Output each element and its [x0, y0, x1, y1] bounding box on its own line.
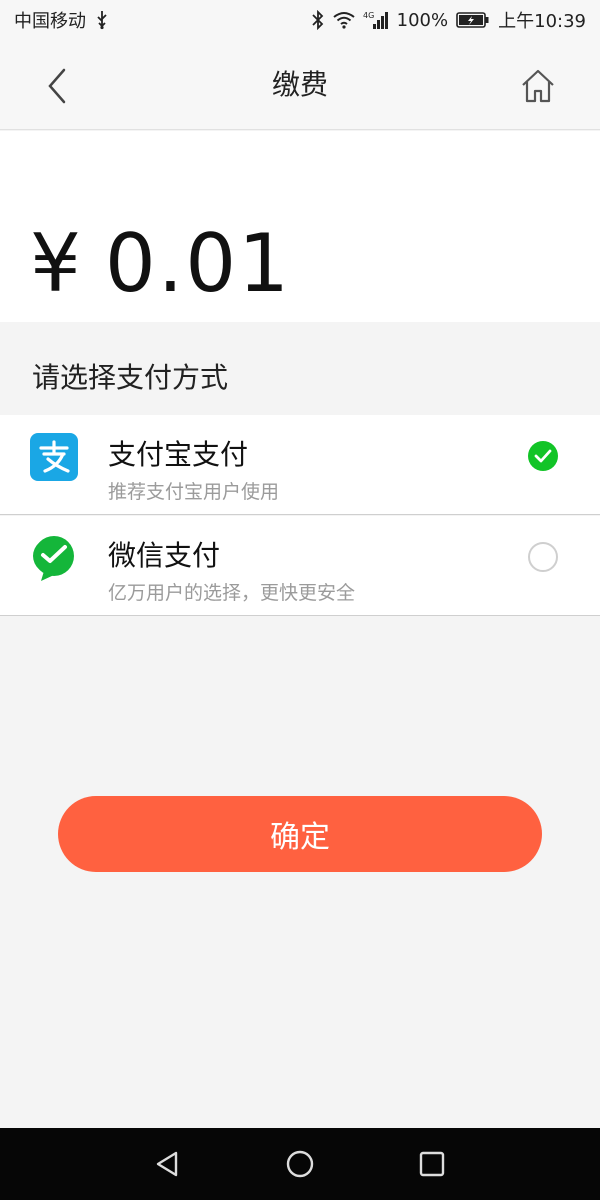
currency-symbol: ¥ [30, 217, 83, 310]
battery-percent: 100% [396, 9, 449, 31]
wifi-icon [333, 11, 355, 29]
carrier-label: 中国移动 [14, 11, 86, 32]
system-nav-bar [0, 1128, 600, 1200]
system-back-button[interactable] [150, 1146, 186, 1182]
payment-method-label: 请选择支付方式 [32, 361, 229, 394]
payment-option-wechat[interactable]: 微信支付 亿万用户的选择，更快更安全 [0, 516, 600, 616]
check-icon [534, 449, 552, 463]
home-button[interactable] [518, 66, 558, 106]
alipay-radio-checked[interactable] [528, 441, 558, 471]
payment-method-section: 请选择支付方式 [0, 322, 600, 415]
status-right: 4G 100% 上午10:39 [311, 7, 586, 33]
alipay-desc: 推荐支付宝用户使用 [108, 481, 280, 503]
square-recents-icon [419, 1151, 445, 1177]
alipay-name: 支付宝支付 [108, 438, 249, 471]
system-recents-button[interactable] [414, 1146, 450, 1182]
payment-option-alipay[interactable]: 支付宝支付 推荐支付宝用户使用 [0, 415, 600, 515]
network-label: 4G [363, 11, 374, 20]
wechat-pay-icon [30, 534, 78, 582]
clock: 上午10:39 [498, 11, 586, 32]
status-left: 中国移动 [14, 7, 110, 33]
bluetooth-icon [311, 10, 325, 30]
amount-value: 0.01 [104, 217, 292, 310]
amount-display: ¥0.01 [30, 219, 291, 309]
circle-home-icon [286, 1150, 314, 1178]
home-icon [522, 69, 554, 103]
wechat-desc: 亿万用户的选择，更快更安全 [108, 582, 356, 604]
page-title: 缴费 [271, 68, 328, 101]
usb-icon [94, 10, 110, 30]
system-home-button[interactable] [282, 1146, 318, 1182]
alipay-icon [30, 433, 78, 481]
status-bar: 中国移动 4G 100% 上午10:39 [0, 0, 600, 40]
amount-panel: ¥0.01 [0, 131, 600, 322]
nav-bar: 缴费 [0, 40, 600, 130]
triangle-back-icon [156, 1151, 178, 1177]
wechat-name: 微信支付 [108, 539, 221, 572]
signal-icon: 4G [363, 10, 389, 30]
confirm-button[interactable]: 确定 [58, 796, 542, 872]
wechat-radio-unchecked[interactable] [528, 542, 558, 572]
battery-charging-icon [456, 11, 490, 29]
